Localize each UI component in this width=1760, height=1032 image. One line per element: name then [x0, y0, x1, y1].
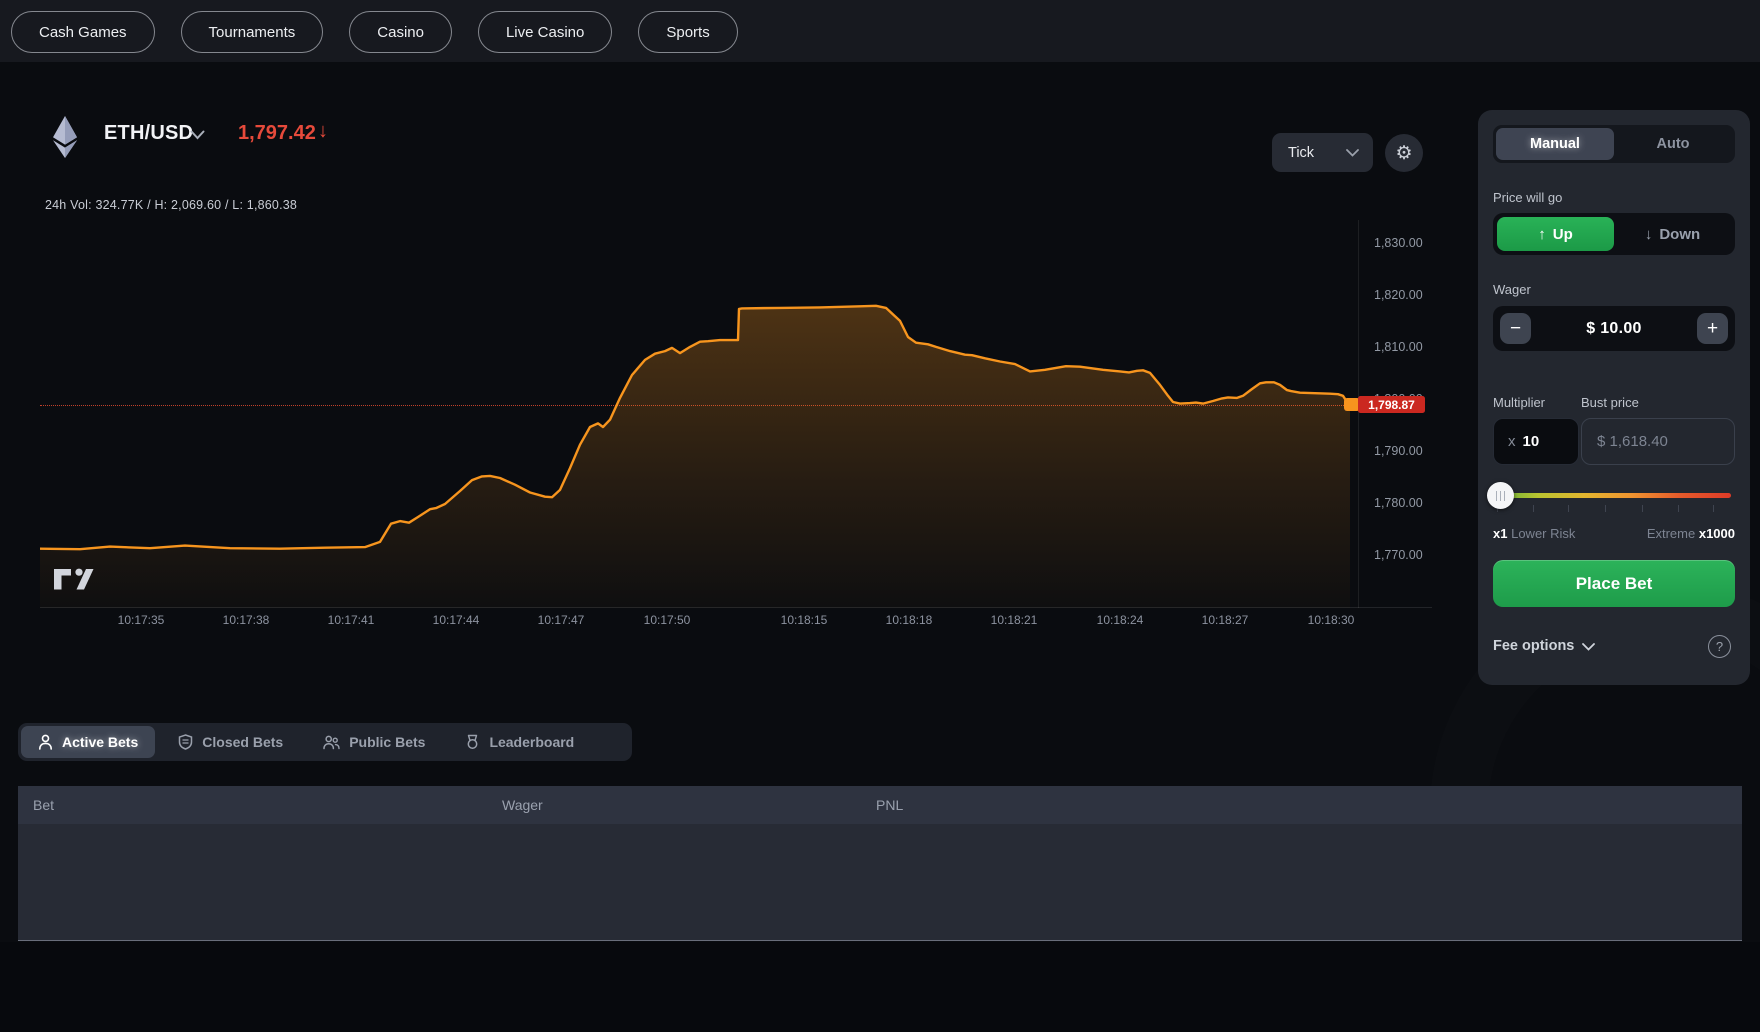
bet-panel: Manual Auto Price will go ↑ Up ↓ Down Wa…: [1478, 110, 1750, 685]
price-axis-label: 1,780.00: [1374, 496, 1444, 510]
ethereum-icon: [52, 116, 78, 158]
price-chart[interactable]: [40, 220, 1356, 608]
price-axis-border: [1358, 220, 1359, 608]
shield-icon: [178, 734, 193, 750]
price-axis-label: 1,830.00: [1374, 236, 1444, 250]
bets-table-body: [18, 824, 1742, 941]
tab-manual[interactable]: Manual: [1496, 128, 1614, 160]
time-axis-border: [40, 607, 1432, 608]
time-axis-label: 10:17:47: [538, 613, 585, 627]
medal-icon: [465, 734, 480, 750]
footer-background: [0, 942, 1760, 1032]
wager-increase-button[interactable]: +: [1697, 313, 1728, 344]
time-axis-label: 10:18:18: [886, 613, 933, 627]
wager-decrease-button[interactable]: −: [1500, 313, 1531, 344]
price-axis-label: 1,770.00: [1374, 548, 1444, 562]
tab-leaderboard[interactable]: Leaderboard: [448, 726, 591, 758]
users-icon: [323, 734, 340, 750]
question-mark-icon: ?: [1716, 639, 1723, 654]
risk-min-multiplier: x1: [1493, 526, 1507, 541]
slider-tick: [1533, 505, 1534, 512]
help-button[interactable]: ?: [1708, 635, 1731, 658]
slider-tick: [1713, 505, 1714, 512]
chevron-down-icon[interactable]: [1582, 643, 1595, 651]
price-chart-svg: [40, 220, 1356, 608]
time-axis-label: 10:17:35: [118, 613, 165, 627]
tab-closed-bets[interactable]: Closed Bets: [161, 726, 300, 758]
bets-tabs: Active Bets Closed Bets Public Bets Le: [18, 723, 632, 761]
chevron-down-icon: [1346, 149, 1359, 157]
time-axis-label: 10:18:27: [1202, 613, 1249, 627]
nav-live-casino[interactable]: Live Casino: [478, 11, 612, 53]
current-price: 1,797.42: [238, 122, 316, 145]
app-root: Cash Games Tournaments Casino Live Casin…: [0, 0, 1760, 1032]
price-direction-down-icon: ↓: [318, 120, 328, 143]
time-axis-label: 10:17:41: [328, 613, 375, 627]
fee-options-toggle[interactable]: Fee options: [1493, 638, 1574, 654]
price-axis-label: 1,820.00: [1374, 288, 1444, 302]
slider-tick: [1642, 505, 1643, 512]
risk-max-multiplier: x1000: [1699, 526, 1735, 541]
time-axis-label: 10:17:38: [223, 613, 270, 627]
interval-dropdown[interactable]: Tick: [1272, 133, 1373, 172]
price-axis-label: 1,790.00: [1374, 444, 1444, 458]
pair-selector-label[interactable]: ETH/USD: [104, 122, 193, 145]
multiplier-label: Multiplier: [1493, 395, 1545, 410]
multiplier-prefix: x: [1508, 433, 1516, 450]
risk-slider-track[interactable]: [1495, 493, 1731, 498]
place-bet-button[interactable]: Place Bet: [1493, 560, 1735, 607]
time-axis-label: 10:17:50: [644, 613, 691, 627]
risk-min-text: Lower Risk: [1511, 526, 1575, 541]
column-header-pnl: PNL: [876, 797, 903, 813]
column-header-bet: Bet: [33, 797, 54, 813]
nav-casino[interactable]: Casino: [349, 11, 452, 53]
person-icon: [38, 734, 53, 750]
down-button[interactable]: ↓ Down: [1614, 217, 1731, 251]
nav-sports[interactable]: Sports: [638, 11, 737, 53]
gear-icon: ⚙: [1395, 142, 1412, 165]
time-axis-label: 10:17:44: [433, 613, 480, 627]
time-axis-label: 10:18:24: [1097, 613, 1144, 627]
slider-tick: [1678, 505, 1679, 512]
chart-settings-button[interactable]: ⚙: [1385, 134, 1423, 172]
wager-label: Wager: [1493, 282, 1531, 297]
price-area: [40, 306, 1350, 608]
wager-input-group: $ 10.00 − +: [1493, 306, 1735, 351]
nav-tournaments[interactable]: Tournaments: [181, 11, 324, 53]
fee-options-row: Fee options ?: [1493, 638, 1735, 654]
tab-active-bets[interactable]: Active Bets: [21, 726, 155, 758]
time-axis-label: 10:18:30: [1308, 613, 1355, 627]
nav-cash-games[interactable]: Cash Games: [11, 11, 155, 53]
price-will-go-label: Price will go: [1493, 190, 1562, 205]
mode-tabs: Manual Auto: [1493, 125, 1735, 163]
chevron-down-icon[interactable]: [190, 130, 205, 140]
current-price-tag: 1,798.87: [1358, 396, 1425, 413]
column-header-wager: Wager: [502, 797, 543, 813]
time-axis-label: 10:18:21: [991, 613, 1038, 627]
down-arrow-icon: ↓: [1645, 226, 1653, 243]
bust-price-label: Bust price: [1581, 395, 1639, 410]
multiplier-input[interactable]: x 10: [1493, 418, 1579, 465]
market-stats: 24h Vol: 324.77K / H: 2,069.60 / L: 1,86…: [45, 198, 297, 212]
slider-tick: [1568, 505, 1569, 512]
direction-toggle: ↑ Up ↓ Down: [1493, 213, 1735, 255]
risk-labels: x1 Lower Risk Extreme x1000: [1493, 526, 1735, 541]
risk-max-text: Extreme: [1647, 526, 1695, 541]
bust-price-input[interactable]: $ 1,618.40: [1581, 418, 1735, 465]
risk-slider-handle[interactable]: [1487, 482, 1514, 509]
up-arrow-icon: ↑: [1538, 226, 1546, 243]
tab-public-bets[interactable]: Public Bets: [306, 726, 442, 758]
top-nav: Cash Games Tournaments Casino Live Casin…: [0, 0, 1760, 62]
tradingview-logo[interactable]: [52, 564, 94, 594]
time-axis-label: 10:18:15: [781, 613, 828, 627]
slider-tick: [1605, 505, 1606, 512]
interval-value: Tick: [1288, 145, 1314, 161]
price-axis-label: 1,810.00: [1374, 340, 1444, 354]
bets-table-header: Bet Wager PNL: [18, 786, 1742, 824]
multiplier-value: 10: [1523, 433, 1540, 450]
up-button[interactable]: ↑ Up: [1497, 217, 1614, 251]
tab-auto[interactable]: Auto: [1614, 128, 1732, 160]
top-nav-scroll: Cash Games Tournaments Casino Live Casin…: [0, 0, 742, 62]
